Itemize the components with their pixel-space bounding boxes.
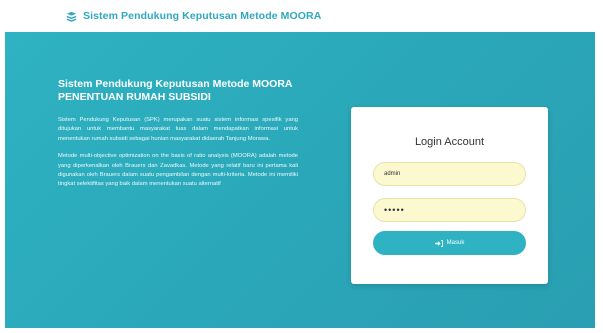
brand-title[interactable]: Sistem Pendukung Keputusan Metode MOORA [83, 10, 321, 22]
headline-line-1: Sistem Pendukung Keputusan Metode MOORA [58, 78, 293, 90]
password-input[interactable]: ••••• [373, 198, 526, 222]
login-button-label: Masuk [446, 240, 465, 246]
sign-in-icon [434, 239, 443, 247]
headline-line-2: PENENTUAN RUMAH SUBSIDI [58, 91, 211, 103]
username-input[interactable]: admin [373, 162, 526, 186]
login-button[interactable]: Masuk [373, 231, 526, 255]
intro-paragraph-1: Sistem Pendukung Keputusan (SPK) merupak… [58, 117, 298, 142]
page-headline: Sistem Pendukung Keputusan Metode MOORA … [58, 78, 298, 104]
login-title: Login Account [414, 136, 485, 148]
top-navbar: Sistem Pendukung Keputusan Metode MOORA [0, 0, 603, 32]
intro-section: Sistem Pendukung Keputusan Metode MOORA … [58, 78, 298, 198]
intro-paragraph-2: Metode multi-objective optimization on t… [58, 153, 298, 188]
login-card: Login Account admin ••••• Masuk [351, 107, 548, 284]
layers-icon [66, 11, 77, 22]
